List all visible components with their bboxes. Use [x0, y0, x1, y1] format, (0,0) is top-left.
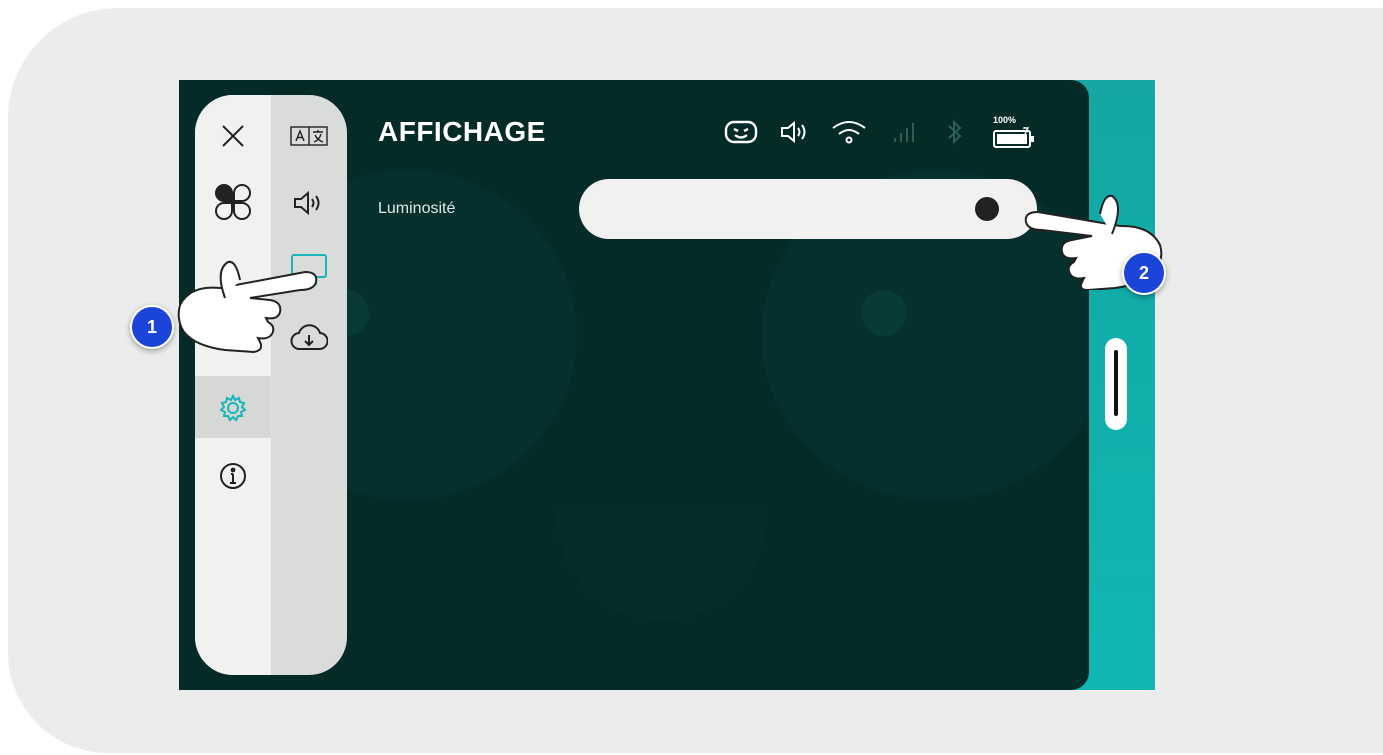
wifi-icon — [829, 118, 869, 150]
volume-icon — [779, 118, 815, 150]
device-screen: AFFICHAGE 100% Luminosité — [179, 80, 1155, 690]
step-marker-2: 2 — [1122, 251, 1166, 295]
brightness-slider-knob[interactable] — [975, 197, 1000, 221]
pointing-hand-icon — [170, 250, 320, 364]
main-panel: AFFICHAGE 100% Luminosité — [179, 80, 1089, 690]
bluetooth-icon — [945, 118, 965, 150]
brightness-slider[interactable] — [579, 179, 1037, 239]
battery-percentage: 100% — [993, 115, 1017, 125]
apps-icon[interactable] — [213, 182, 253, 222]
brightness-label: Luminosité — [378, 200, 456, 217]
step-marker-1: 1 — [130, 305, 174, 349]
robot-face-icon — [723, 118, 759, 150]
background-mouth — [557, 510, 767, 620]
settings-icon[interactable] — [215, 390, 251, 426]
info-icon[interactable] — [215, 458, 251, 494]
scroll-handle[interactable] — [1105, 338, 1127, 430]
close-icon[interactable] — [215, 118, 251, 154]
cellular-signal-icon — [889, 118, 919, 150]
language-icon[interactable] — [289, 122, 329, 150]
page-title: AFFICHAGE — [378, 116, 546, 147]
sound-icon[interactable] — [289, 186, 329, 220]
battery-charging-icon — [993, 121, 1037, 153]
